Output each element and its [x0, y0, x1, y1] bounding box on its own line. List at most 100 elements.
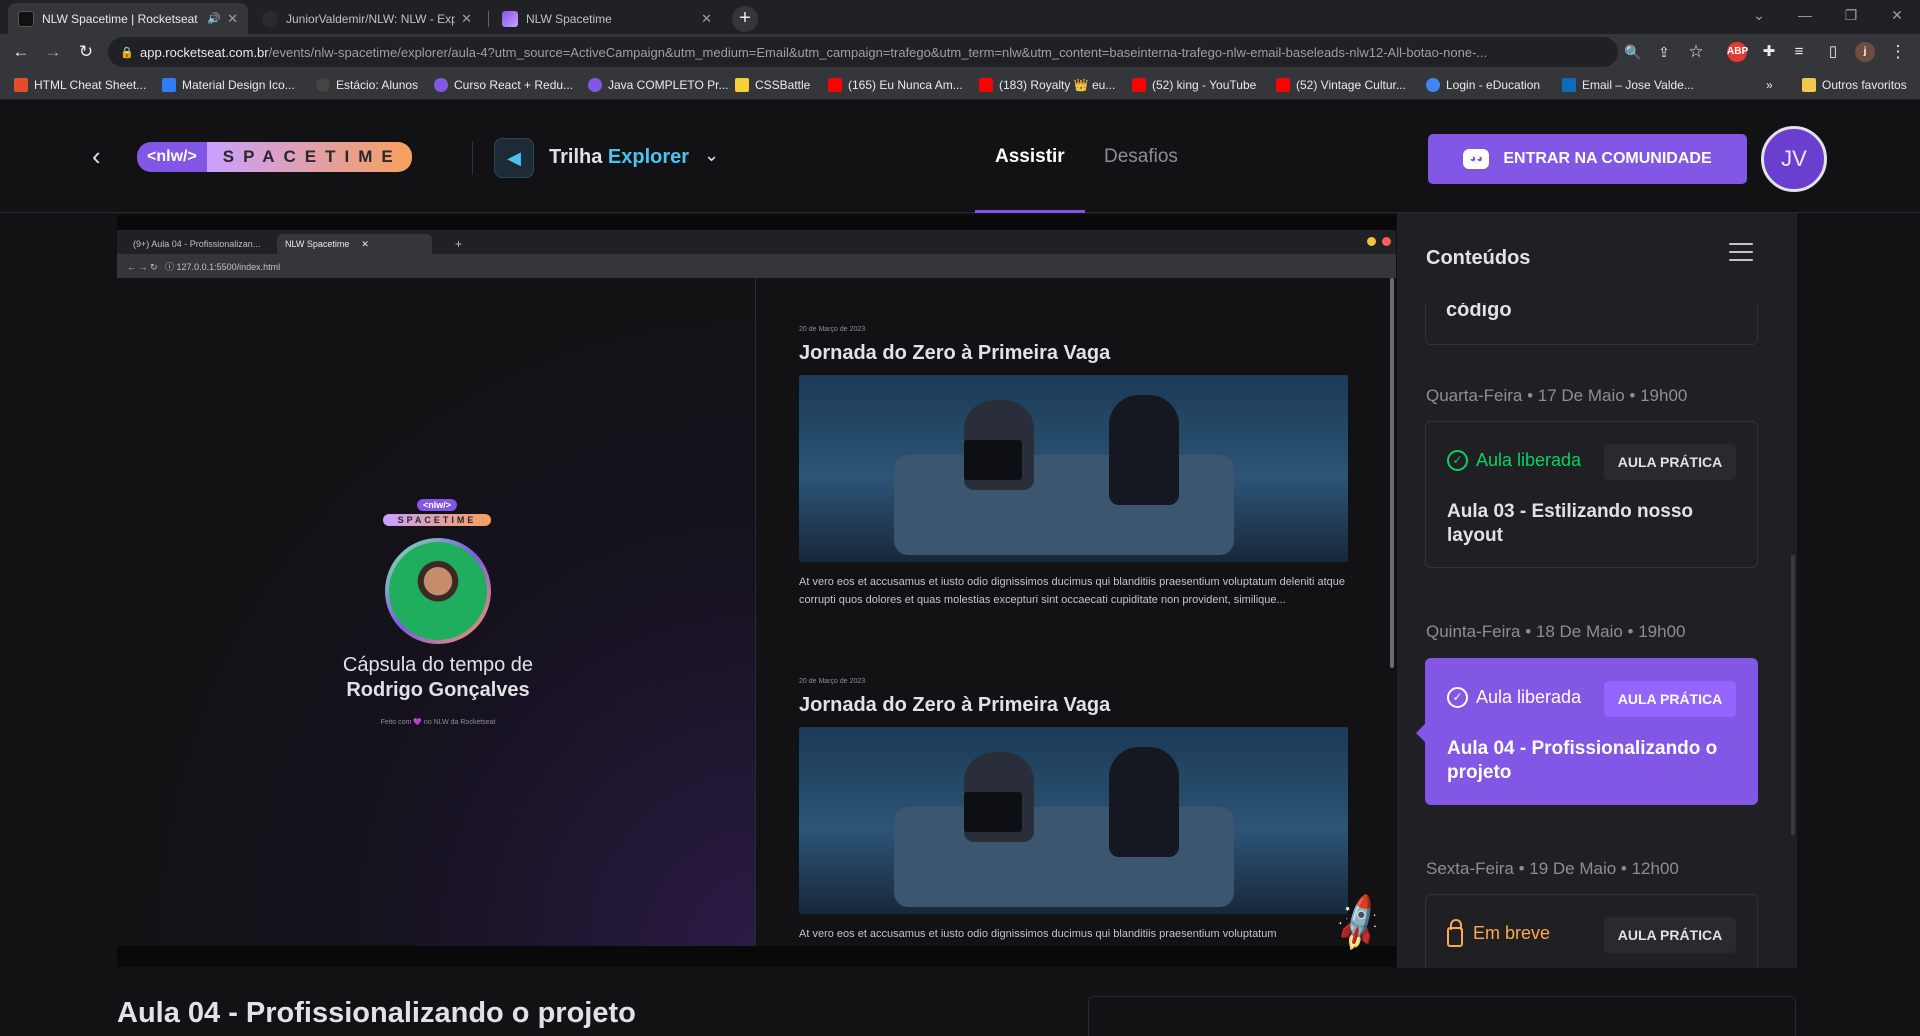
tab-title: NLW Spacetime | Rocketseat: [42, 11, 198, 26]
bookmark-item[interactable]: CSSBattle: [735, 76, 810, 94]
bookmark-item[interactable]: (183) Royalty 👑 eu...: [979, 76, 1115, 94]
url-host: app.rocketseat.com.br: [140, 44, 269, 60]
post-image: [799, 375, 1348, 562]
bookmark-star-icon[interactable]: ☆: [1684, 40, 1708, 64]
browser-tab-github[interactable]: JuniorValdemir/NLW: NLW - Expl ✕: [252, 3, 482, 34]
browser-tab-nlw[interactable]: NLW Spacetime ✕: [492, 3, 722, 34]
video-logo: <nlw/> SPACETIME: [383, 495, 491, 526]
chrome-menu-icon[interactable]: ⋮: [1886, 40, 1910, 64]
community-label: ENTRAR NA COMUNIDADE: [1503, 150, 1712, 167]
video-logo-spacetime: SPACETIME: [383, 514, 491, 526]
lesson-status: ✓ Aula liberada: [1447, 450, 1581, 471]
explorer-trail-icon: ◀: [494, 138, 534, 178]
rocketseat-favicon-icon: [18, 10, 34, 27]
tab-divider: [488, 11, 489, 27]
window-dot-icon: [1382, 237, 1391, 246]
extensions-puzzle-icon[interactable]: ✚: [1757, 40, 1781, 64]
bookmark-item[interactable]: (165) Eu Nunca Am...: [828, 76, 963, 94]
udemy-icon: [588, 78, 602, 92]
reload-icon[interactable]: ↻: [74, 40, 98, 64]
bookmark-label: (52) Vintage Cultur...: [1296, 78, 1406, 92]
plus-icon: +: [455, 237, 463, 251]
google-icon: [1426, 78, 1440, 92]
bookmark-item[interactable]: Estácio: Alunos: [316, 76, 418, 94]
video-page-content: <nlw/> SPACETIME Cápsula do tempo de Rod…: [117, 278, 1396, 946]
chevron-down-icon[interactable]: ⌄: [704, 145, 719, 166]
address-bar[interactable]: 🔒 app.rocketseat.com.br /events/nlw-spac…: [108, 37, 1618, 67]
bookmark-item[interactable]: Login - eDucation: [1426, 76, 1540, 94]
lesson-card-aula-05[interactable]: Em breve AULA PRÁTICA: [1425, 894, 1758, 968]
bookmark-item[interactable]: Curso React + Redu...: [434, 76, 573, 94]
browser-tab-rocketseat[interactable]: NLW Spacetime | Rocketseat 🔊 ✕: [8, 3, 248, 34]
tab-desafios[interactable]: Desafios: [1104, 146, 1178, 168]
media-control-icon[interactable]: ≡: [1787, 40, 1811, 64]
bookmark-item[interactable]: Email – Jose Valde...: [1562, 76, 1694, 94]
video-url: 127.0.0.1:5500/index.html: [176, 262, 281, 272]
other-bookmarks[interactable]: Outros favoritos: [1802, 76, 1907, 94]
lesson-name: Aula 03 - Estilizando nosso layout: [1447, 501, 1693, 546]
nlw-spacetime-logo[interactable]: <nlw/> SPACETIME: [137, 142, 412, 172]
bookmark-label: CSSBattle: [755, 78, 811, 92]
lesson-type-badge: AULA PRÁTICA: [1604, 917, 1736, 953]
bookmark-item[interactable]: (52) king - YouTube: [1132, 76, 1256, 94]
zoom-icon[interactable]: 🔍: [1621, 40, 1645, 64]
lesson-info-card: [1088, 996, 1796, 1036]
restore-icon[interactable]: ❐: [1828, 0, 1874, 30]
lesson-card-aula-04[interactable]: ✓ Aula liberada AULA PRÁTICA Aula 04 - Pr…: [1425, 658, 1758, 805]
bookmarks-overflow-icon[interactable]: »: [1766, 76, 1773, 94]
lesson-card-aula-03[interactable]: ✓ Aula liberada AULA PRÁTICA Aula 03 - Es…: [1425, 421, 1758, 568]
post-text: At vero eos et accusamus et iusto odio d…: [799, 928, 1277, 940]
trail-selector[interactable]: Trilha Explorer: [549, 146, 689, 169]
sidebar-scrollbar[interactable]: [1791, 555, 1795, 835]
github-favicon-icon: [262, 10, 278, 27]
bookmark-label: Outros favoritos: [1822, 78, 1907, 92]
image-sofa: [894, 455, 1234, 555]
logo-nlw: <nlw/>: [137, 142, 207, 172]
capsule-heading: Cápsula do tempo de: [342, 654, 534, 676]
post-image: [799, 727, 1348, 914]
tab-assistir[interactable]: Assistir: [995, 146, 1065, 168]
lesson-name: Aula 04 - Profissionalizando o projeto: [1447, 738, 1718, 783]
bookmark-item[interactable]: HTML Cheat Sheet...: [14, 76, 146, 94]
bookmark-label: Estácio: Alunos: [336, 78, 419, 92]
adblock-plus-icon[interactable]: ABP: [1727, 42, 1748, 62]
bookmark-item[interactable]: Material Design Ico...: [162, 76, 295, 94]
forward-icon[interactable]: →: [41, 40, 65, 64]
bookmark-item[interactable]: Java COMPLETO Pr...: [588, 76, 728, 94]
bookmark-item[interactable]: (52) Vintage Cultur...: [1276, 76, 1406, 94]
trail-name: Explorer: [607, 146, 690, 168]
youtube-icon: [1276, 78, 1290, 92]
active-tab-indicator: [975, 210, 1085, 213]
list-menu-icon[interactable]: [1729, 243, 1753, 265]
url-path: /events/nlw-spacetime/explorer/aula-4?ut…: [268, 44, 1488, 60]
side-panel-icon[interactable]: ▯: [1821, 40, 1845, 64]
minimize-icon[interactable]: —: [1782, 0, 1828, 30]
close-tab-icon[interactable]: ✕: [461, 11, 472, 27]
video-logo-nlw: <nlw/>: [416, 499, 457, 511]
bookmark-label: Email – Jose Valde...: [1582, 78, 1694, 92]
profile-avatar[interactable]: j: [1855, 42, 1875, 62]
video-player[interactable]: (9+) Aula 04 - Profissionalizan... NLW S…: [117, 215, 1396, 967]
status-label: Aula liberada: [1476, 687, 1582, 707]
post-text: At vero eos et accusamus et iusto odio d…: [799, 576, 1346, 606]
status-label: Aula liberada: [1476, 450, 1582, 470]
close-tab-icon[interactable]: ✕: [227, 11, 238, 27]
cssbattle-icon: [735, 78, 749, 92]
new-tab-button[interactable]: +: [732, 6, 758, 32]
user-avatar[interactable]: JV: [1761, 126, 1827, 192]
youtube-icon: [1132, 78, 1146, 92]
video-tab-active: NLW Spacetime ✕: [277, 234, 432, 254]
profile-photo-image: [389, 542, 487, 640]
share-icon[interactable]: ⇪: [1652, 40, 1676, 64]
html5-icon: [14, 78, 28, 92]
close-tab-icon[interactable]: ✕: [701, 11, 712, 27]
tab-search-icon[interactable]: ⌄: [1736, 0, 1782, 30]
memories-feed: 20 de Março de 2023 Jornada do Zero à Pr…: [757, 278, 1387, 946]
speaker-icon[interactable]: 🔊: [207, 12, 221, 25]
profile-photo: [385, 538, 491, 644]
back-icon[interactable]: ←: [9, 40, 33, 64]
back-chevron-icon[interactable]: ‹: [92, 141, 101, 172]
join-community-button[interactable]: ◕◕ ENTRAR NA COMUNIDADE: [1428, 134, 1747, 184]
video-scrollbar: [1390, 278, 1394, 668]
close-window-icon[interactable]: ✕: [1874, 0, 1920, 30]
